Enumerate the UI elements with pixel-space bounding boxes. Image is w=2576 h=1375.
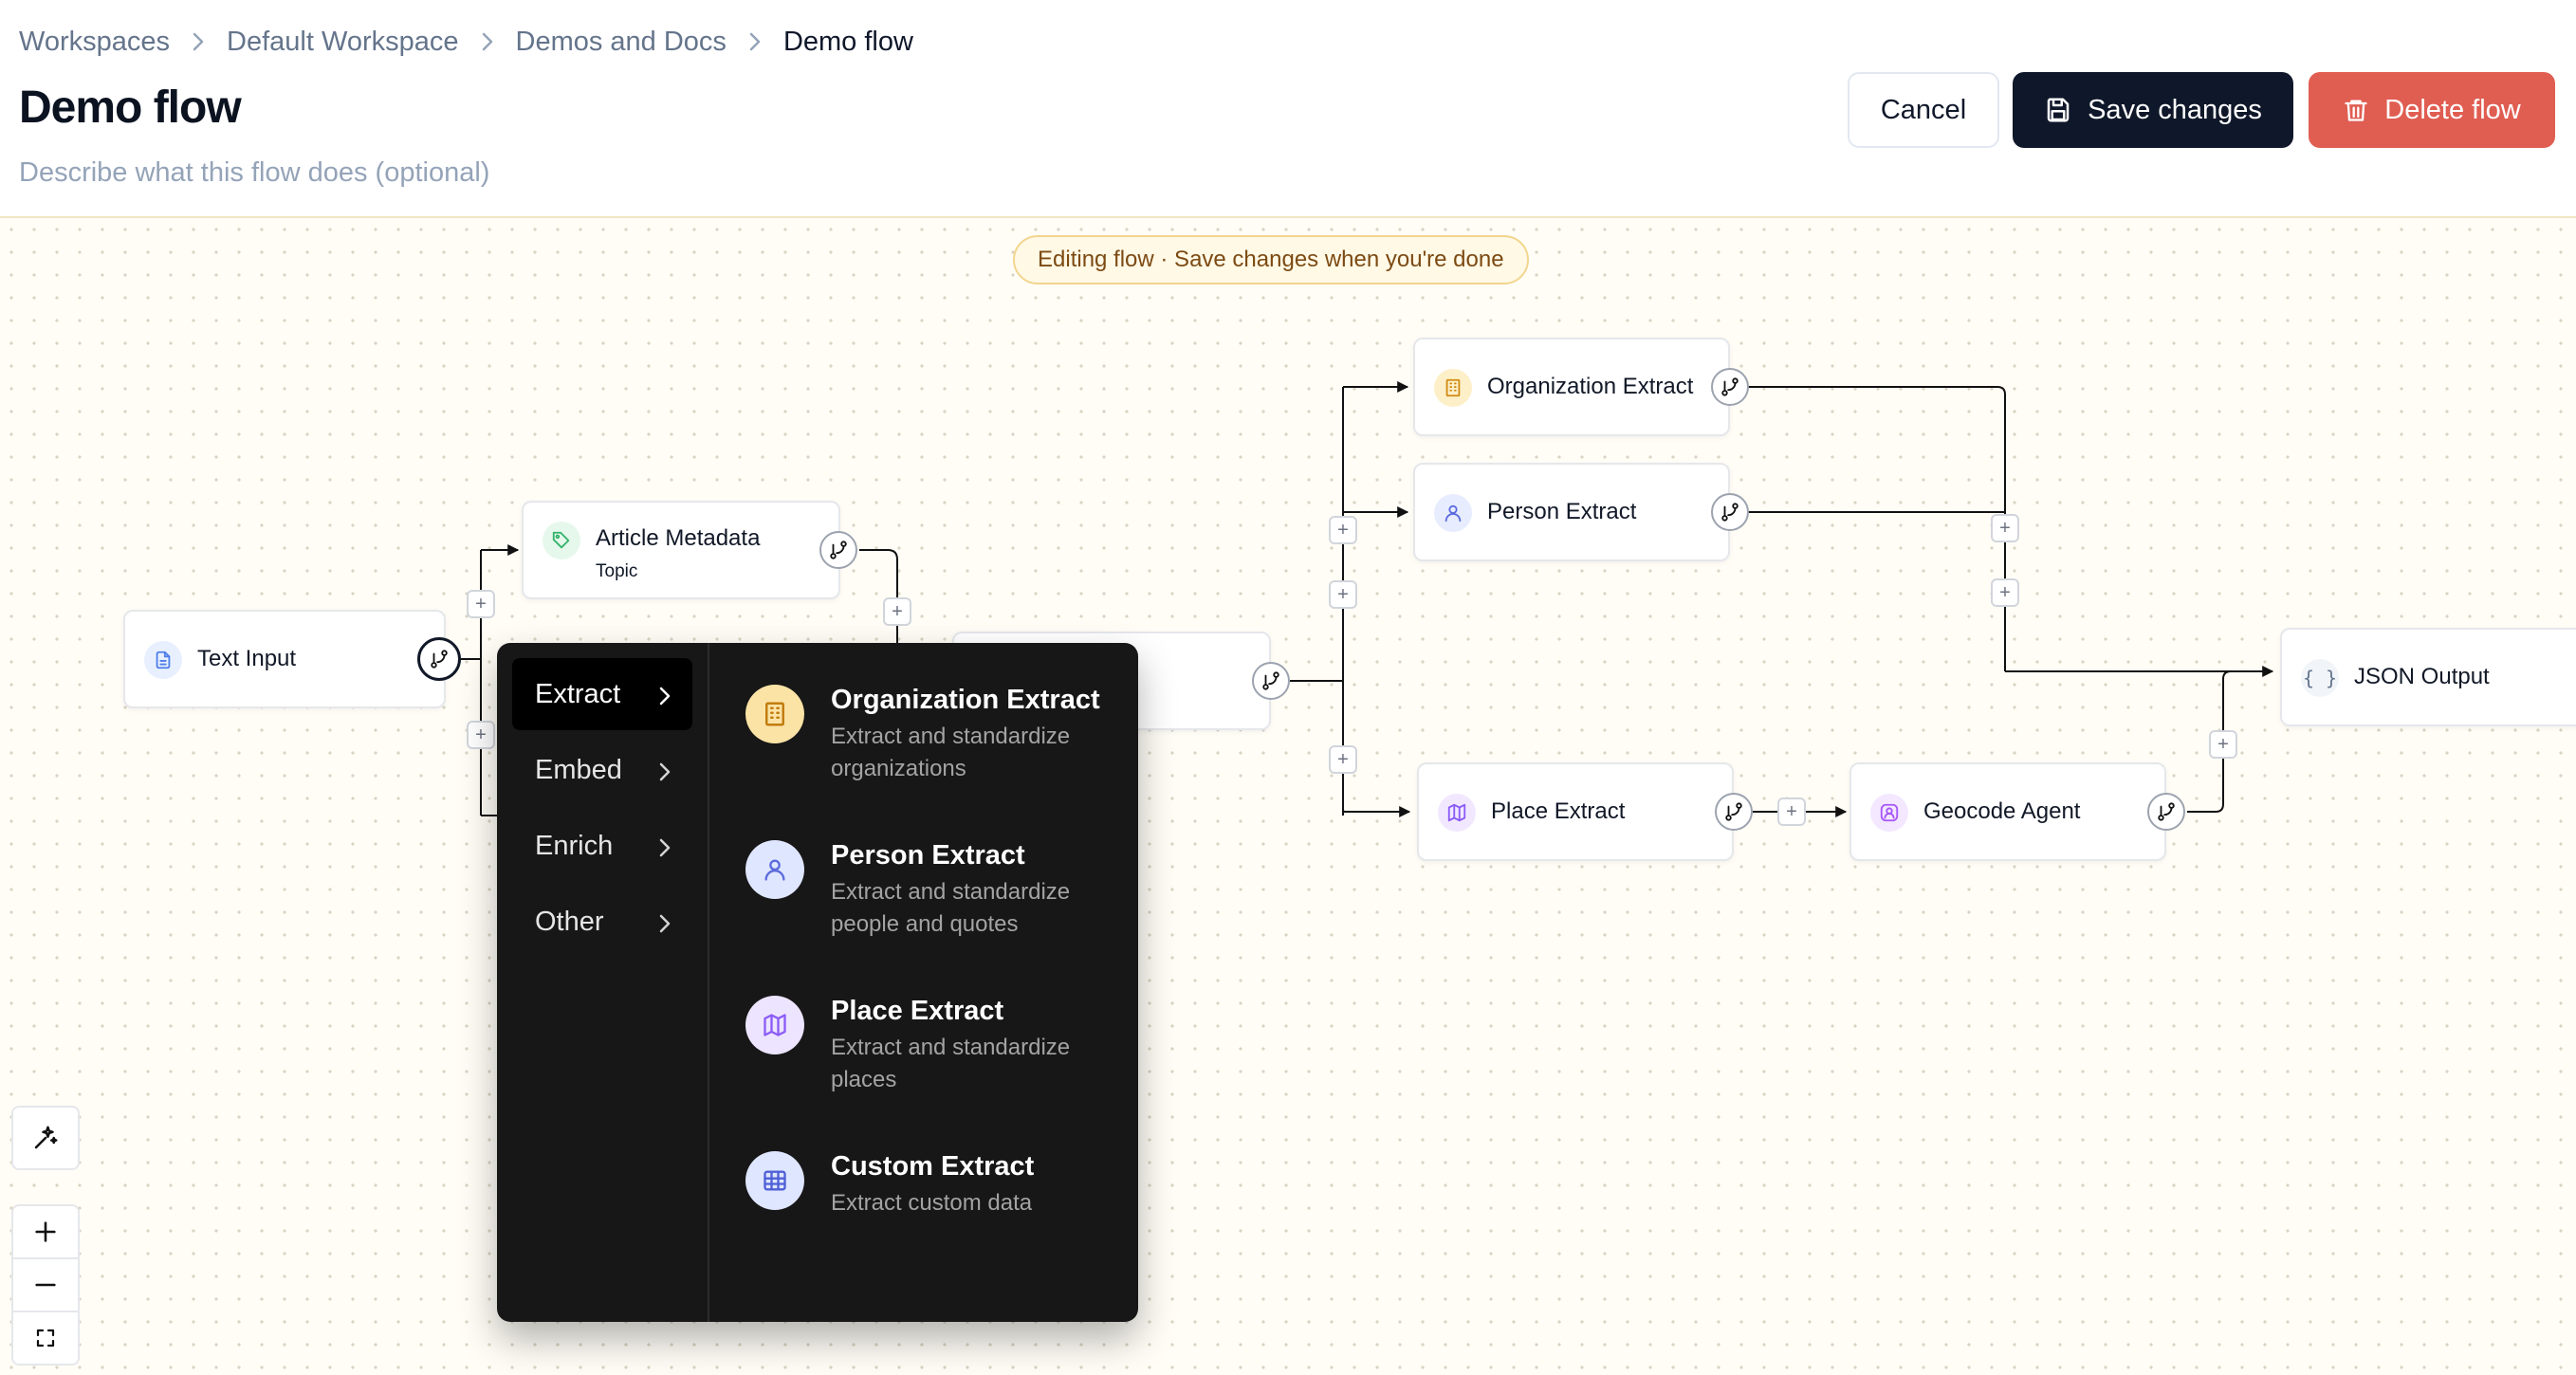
menu-option-place-extract[interactable]: Place Extract Extract and standardize pl… (745, 996, 1125, 1100)
category-label: Embed (535, 754, 622, 785)
menu-option-custom-extract[interactable]: Custom Extract Extract custom data (745, 1151, 1125, 1227)
auto-layout-control (11, 1106, 80, 1170)
node-label: Organization Extract (1487, 374, 1694, 399)
option-title: Custom Extract (831, 1151, 1035, 1182)
node-label: Person Extract (1487, 499, 1637, 524)
branch-port-geocode-agent[interactable] (2147, 793, 2185, 831)
menu-option-person-extract[interactable]: Person Extract Extract and standardize p… (745, 840, 1125, 944)
add-node-button[interactable]: + (1329, 745, 1357, 774)
page-header: Workspaces Default Workspace Demos and D… (0, 0, 2576, 218)
node-label: Article Metadata (596, 525, 761, 551)
flow-edges (461, 381, 2274, 817)
branch-port-organization-extract[interactable] (1711, 368, 1749, 406)
breadcrumb-item-current: Demo flow (782, 26, 913, 57)
page-title[interactable]: Demo flow (19, 82, 242, 134)
node-organization-extract[interactable]: Organization Extract (1413, 338, 1730, 436)
add-node-button[interactable]: + (1329, 516, 1357, 544)
menu-category-other[interactable]: Other (512, 886, 692, 958)
chevron-right-icon (747, 31, 763, 52)
table-icon (745, 1151, 804, 1210)
chevron-right-icon (658, 910, 672, 942)
fullscreen-icon (34, 1327, 57, 1349)
node-sublabel: Topic (596, 561, 638, 581)
menu-category-embed[interactable]: Embed (512, 734, 692, 806)
cancel-button-label: Cancel (1880, 94, 1967, 125)
tag-icon (543, 522, 580, 559)
plus-icon (32, 1219, 59, 1245)
save-changes-button[interactable]: Save changes (2013, 72, 2293, 148)
menu-option-organization-extract[interactable]: Organization Extract Extract and standar… (745, 685, 1125, 789)
zoom-controls (11, 1204, 80, 1366)
add-node-button[interactable]: + (1329, 580, 1357, 609)
branch-port-person-extract[interactable] (1711, 493, 1749, 531)
option-title: Organization Extract (831, 685, 1100, 715)
node-person-extract[interactable]: Person Extract (1413, 463, 1730, 561)
sparkles-icon (31, 1124, 60, 1152)
trash-icon (2343, 96, 2369, 124)
save-changes-label: Save changes (2088, 94, 2262, 125)
auto-layout-button[interactable] (13, 1108, 78, 1168)
node-place-extract[interactable]: Place Extract (1417, 762, 1734, 861)
node-label: Place Extract (1491, 798, 1626, 824)
zoom-in-button[interactable] (13, 1206, 78, 1257)
add-node-button[interactable]: + (1991, 514, 2019, 542)
chevron-right-icon (658, 683, 672, 714)
chevron-right-icon (480, 31, 495, 52)
option-description: Extract and standardize organizations (831, 724, 1071, 781)
branch-port-hidden-node[interactable] (1252, 662, 1290, 700)
option-title: Person Extract (831, 840, 1025, 871)
cancel-button[interactable]: Cancel (1848, 72, 1999, 148)
option-title: Place Extract (831, 996, 1004, 1026)
delete-flow-label: Delete flow (2384, 94, 2521, 125)
map-icon (745, 996, 804, 1054)
building-icon (1434, 369, 1472, 407)
branch-port-place-extract[interactable] (1715, 793, 1753, 831)
breadcrumb: Workspaces Default Workspace Demos and D… (19, 25, 913, 59)
fit-view-button[interactable] (13, 1311, 78, 1364)
menu-category-extract[interactable]: Extract (512, 658, 692, 730)
map-icon (1438, 794, 1476, 832)
node-json-output[interactable]: { } JSON Output (2280, 628, 2576, 726)
flow-description-input[interactable]: Describe what this flow does (optional) (19, 157, 489, 189)
breadcrumb-item-demos-and-docs[interactable]: Demos and Docs (516, 27, 727, 58)
user-icon (1434, 494, 1472, 532)
branch-port-article-metadata[interactable] (819, 531, 857, 569)
node-label: Text Input (197, 646, 297, 671)
braces-icon: { } (2301, 659, 2339, 697)
option-description: Extract and standardize people and quote… (831, 879, 1071, 937)
add-node-button[interactable]: + (1991, 578, 2019, 607)
branch-port-text-input[interactable] (417, 637, 461, 681)
option-description: Extract and standardize places (831, 1035, 1071, 1092)
save-icon (2044, 96, 2072, 124)
chevron-right-icon (658, 759, 672, 790)
building-icon (745, 685, 804, 743)
category-label: Extract (535, 678, 621, 709)
node-geocode-agent[interactable]: Geocode Agent (1849, 762, 2166, 861)
add-node-button[interactable]: + (2209, 730, 2237, 759)
flow-canvas[interactable]: Editing flow · Save changes when you're … (0, 218, 2576, 1375)
delete-flow-button[interactable]: Delete flow (2309, 72, 2555, 148)
add-node-button[interactable]: + (1777, 798, 1806, 826)
node-label: Geocode Agent (1923, 798, 2081, 824)
category-label: Enrich (535, 830, 614, 861)
zoom-out-button[interactable] (13, 1257, 78, 1311)
menu-divider (708, 643, 709, 1322)
node-label: JSON Output (2354, 664, 2490, 689)
node-text-input[interactable]: Text Input (123, 610, 446, 708)
file-text-icon (144, 641, 182, 679)
chevron-right-icon (191, 31, 206, 52)
breadcrumb-item-workspaces[interactable]: Workspaces (19, 27, 170, 58)
menu-category-enrich[interactable]: Enrich (512, 810, 692, 882)
add-node-button[interactable]: + (883, 597, 911, 626)
chevron-right-icon (658, 834, 672, 866)
add-node-button[interactable]: + (467, 721, 495, 749)
category-label: Other (535, 906, 604, 937)
user-icon (745, 840, 804, 899)
breadcrumb-item-default-workspace[interactable]: Default Workspace (227, 27, 458, 58)
option-description: Extract custom data (831, 1190, 1033, 1216)
add-node-button[interactable]: + (467, 590, 495, 618)
minus-icon (32, 1272, 59, 1298)
node-article-metadata[interactable]: Article Metadata Topic (522, 501, 840, 599)
user-pin-icon (1870, 794, 1908, 832)
